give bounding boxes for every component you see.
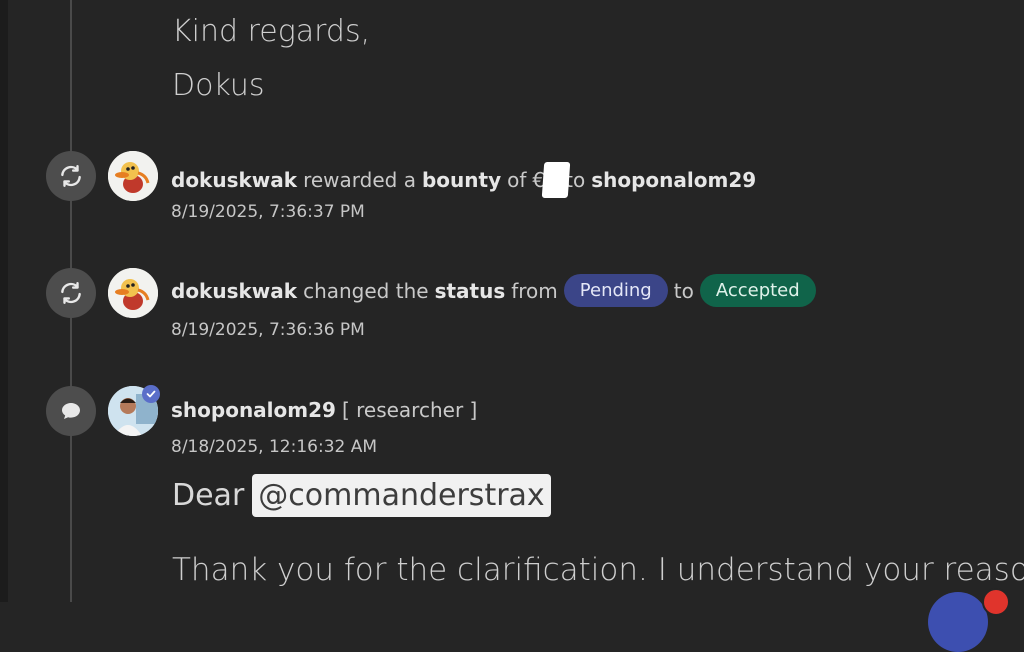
avatar-dokuskwak[interactable] <box>108 151 158 201</box>
event-object: status <box>434 278 506 303</box>
sync-icon <box>46 151 96 201</box>
event-bounty-text: dokuskwak rewarded a bounty of € to shop… <box>171 162 756 198</box>
author-role: [ researcher ] <box>341 398 478 422</box>
actor-link[interactable]: dokuskwak <box>171 279 297 303</box>
comment-header: shoponalom29 [ researcher ] <box>171 398 477 422</box>
left-edge <box>0 0 8 602</box>
event-verb: changed the <box>303 278 429 303</box>
event-timestamp: 8/19/2025, 7:36:37 PM <box>171 202 365 222</box>
event-verb: rewarded a <box>303 168 416 192</box>
event-status-text: dokuskwak changed the status from Pendin… <box>171 274 816 307</box>
actor-link[interactable]: dokuskwak <box>171 168 297 192</box>
avatar-dokuskwak[interactable] <box>108 268 158 318</box>
mention-link[interactable]: @commanderstrax <box>252 474 551 517</box>
greeting: Dear <box>172 478 245 513</box>
notification-badge <box>982 588 1010 616</box>
comment-timestamp: 8/18/2025, 12:16:32 AM <box>171 437 378 457</box>
status-badge-accepted: Accepted <box>699 274 816 307</box>
verified-check-icon <box>142 385 160 403</box>
event-to: to <box>673 278 694 303</box>
message-signature: Dokus <box>172 68 265 103</box>
event-from: from <box>511 278 558 303</box>
sync-icon <box>46 268 96 318</box>
floating-action-button[interactable] <box>928 592 988 652</box>
comment-icon <box>46 386 96 436</box>
status-badge-pending: Pending <box>563 274 668 307</box>
comment-body: Thank you for the clarification. I under… <box>172 552 1024 588</box>
target-link[interactable]: shoponalom29 <box>591 168 756 192</box>
message-closing: Kind regards, <box>172 14 371 49</box>
comment-greeting-line: Dear @commanderstrax <box>172 474 551 517</box>
redacted-amount <box>541 162 571 198</box>
author-link[interactable]: shoponalom29 <box>171 398 336 422</box>
event-timestamp: 8/19/2025, 7:36:36 PM <box>171 320 365 340</box>
event-of: of <box>507 168 527 192</box>
event-object: bounty <box>421 168 502 192</box>
